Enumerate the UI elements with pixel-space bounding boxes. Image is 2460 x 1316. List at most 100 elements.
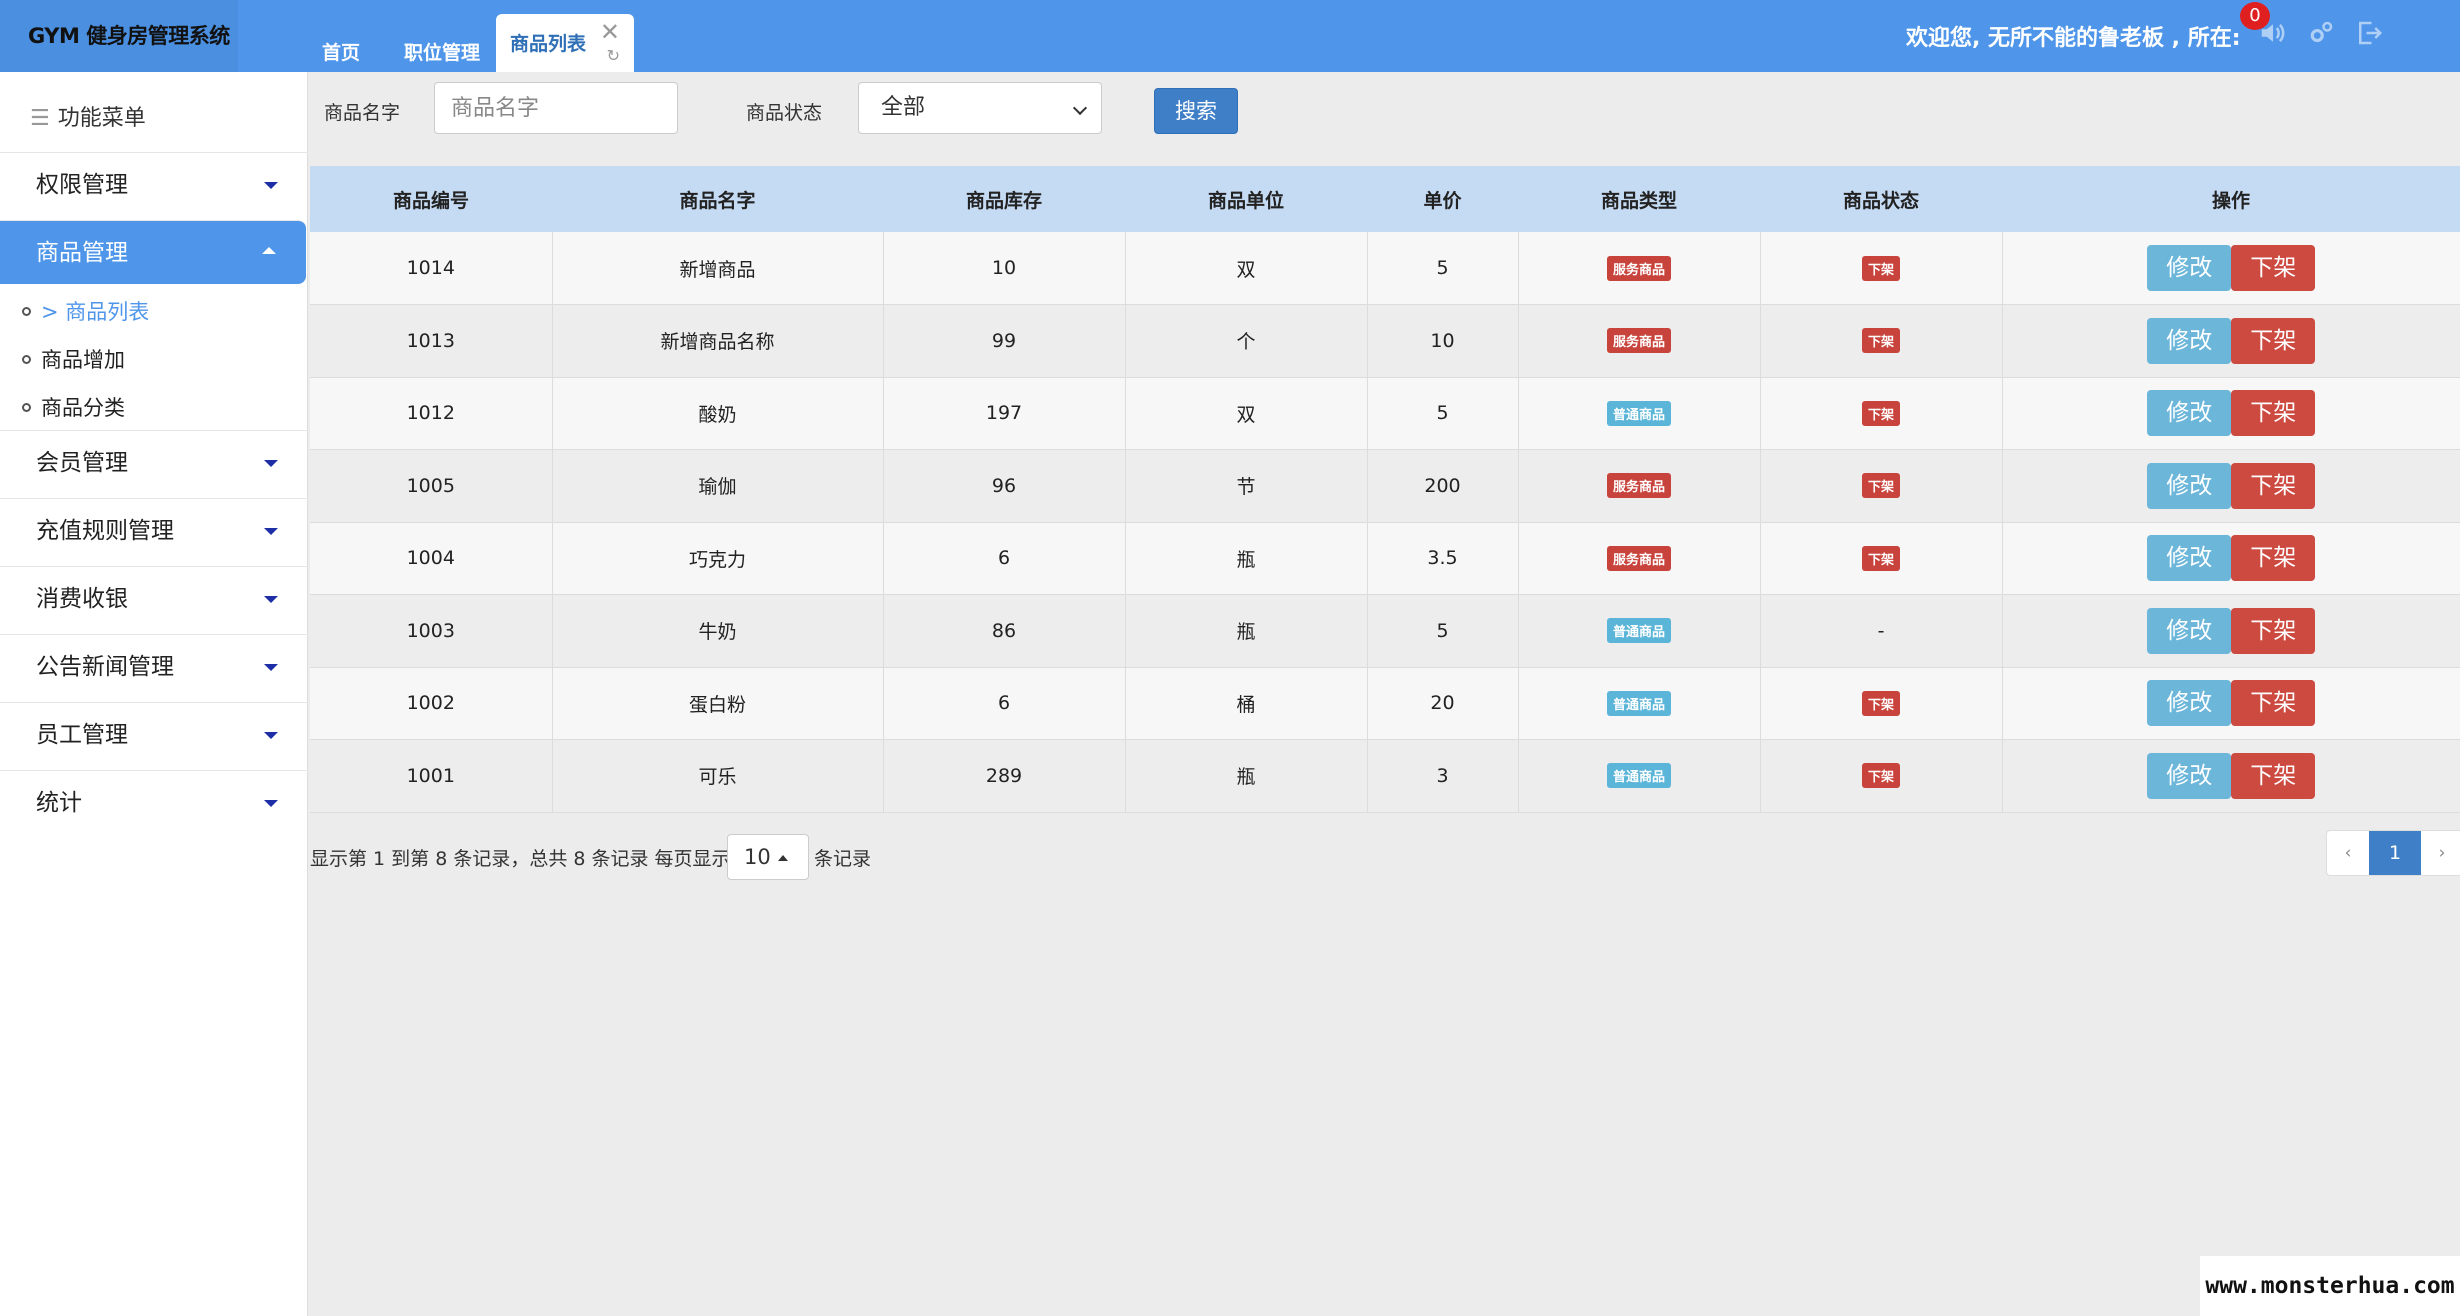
cell-id: 1014 (310, 232, 553, 305)
delist-button[interactable]: 下架 (2231, 462, 2316, 509)
tab-product-list[interactable]: 商品列表 ✕ ↻ (496, 14, 635, 72)
cell-id: 1002 (310, 667, 553, 740)
edit-button[interactable]: 修改 (2147, 390, 2232, 437)
settings-icon[interactable] (2306, 18, 2336, 48)
sidebar-item-label: 权限管理 (36, 172, 128, 198)
column-header[interactable]: 商品库存 (883, 166, 1125, 232)
status-badge: 下架 (1861, 400, 1900, 426)
table-row: 1005 瑜伽 96 节 200 服务商品 下架 修改 下架 (310, 449, 2460, 522)
column-header[interactable]: 商品类型 (1518, 166, 1760, 232)
table-row: 1013 新增商品名称 99 个 10 服务商品 下架 修改 下架 (310, 304, 2460, 377)
page-size-select[interactable]: 10 (727, 834, 809, 880)
table-row: 1014 新增商品 10 双 5 服务商品 下架 修改 下架 (310, 232, 2460, 305)
column-header[interactable]: 商品单位 (1125, 166, 1367, 232)
cell-unit: 瓶 (1125, 522, 1368, 595)
welcome-text: 欢迎您, 无所不能的鲁老板 , 所在: (1906, 26, 2241, 51)
status-badge: 下架 (1861, 763, 1900, 789)
table-row: 1003 牛奶 86 瓶 5 普通商品 - 修改 下架 (310, 594, 2460, 667)
sidebar-item-label: 员工管理 (36, 722, 128, 748)
column-header[interactable]: 商品状态 (1760, 166, 2002, 232)
page-size-value: 10 (744, 845, 771, 869)
refresh-icon[interactable]: ↻ (607, 48, 620, 64)
edit-button[interactable]: 修改 (2147, 752, 2232, 799)
cell-name: 蛋白粉 (552, 667, 884, 740)
edit-button[interactable]: 修改 (2147, 607, 2232, 654)
cell-stock: 6 (883, 522, 1126, 595)
sidebar-item-recharge-rules[interactable]: 充值规则管理 (0, 498, 308, 562)
type-badge: 普通商品 (1606, 763, 1671, 789)
product-status-select[interactable]: 全部 (858, 82, 1102, 134)
notification-badge: 0 (2240, 2, 2270, 30)
table-row: 1002 蛋白粉 6 桶 20 普通商品 下架 修改 下架 (310, 667, 2460, 740)
caret-up-icon (262, 247, 276, 254)
cell-status: 下架 (1760, 739, 2003, 812)
product-status-value: 全部 (881, 95, 926, 120)
product-name-input[interactable] (434, 82, 678, 134)
cell-status: 下架 (1760, 449, 2003, 522)
tab-position-management[interactable]: 职位管理 (404, 26, 480, 72)
cell-name: 巧克力 (552, 522, 884, 595)
sidebar-item-label: 公告新闻管理 (36, 654, 174, 680)
column-header[interactable]: 单价 (1367, 166, 1518, 232)
product-table: 商品编号 商品名字 商品库存 商品单位 单价 商品类型 商品状态 操作 1014… (310, 166, 2460, 813)
cell-unit: 双 (1125, 232, 1368, 305)
menu-title-label: 功能菜单 (57, 106, 146, 131)
page-button-current[interactable]: 1 (2369, 831, 2421, 875)
status-badge: 下架 (1861, 545, 1900, 571)
menu-icon: ☰ (30, 106, 50, 131)
next-page-button[interactable]: › (2421, 831, 2460, 875)
status-badge: 下架 (1861, 328, 1900, 354)
cell-stock: 289 (883, 739, 1126, 812)
edit-button[interactable]: 修改 (2147, 317, 2232, 364)
caret-down-icon (264, 182, 278, 189)
tab-home[interactable]: 首页 (322, 26, 360, 72)
delist-button[interactable]: 下架 (2231, 680, 2316, 727)
sidebar-item-statistics[interactable]: 统计 (0, 770, 308, 834)
edit-button[interactable]: 修改 (2147, 535, 2232, 582)
delist-button[interactable]: 下架 (2231, 752, 2316, 799)
table-row: 1012 酸奶 197 双 5 普通商品 下架 修改 下架 (310, 377, 2460, 450)
column-header[interactable]: 商品编号 (310, 166, 552, 232)
delist-button[interactable]: 下架 (2231, 245, 2316, 291)
column-header[interactable]: 商品名字 (552, 166, 883, 232)
edit-button[interactable]: 修改 (2147, 680, 2232, 727)
cell-type: 普通商品 (1518, 594, 1761, 667)
product-status-label: 商品状态 (746, 102, 823, 124)
sidebar-item-cashier[interactable]: 消费收银 (0, 566, 308, 630)
sidebar-subitem-label: 商品分类 (41, 396, 125, 420)
menu-title: ☰ 功能菜单 (30, 100, 146, 132)
cell-name: 新增商品名称 (552, 304, 884, 377)
chevron-down-icon (1072, 100, 1088, 116)
cell-unit: 瓶 (1125, 594, 1368, 667)
caret-down-icon (264, 732, 278, 739)
delist-button[interactable]: 下架 (2231, 317, 2316, 364)
type-badge: 服务商品 (1606, 473, 1671, 499)
edit-button[interactable]: 修改 (2147, 245, 2232, 291)
sidebar-item-staff[interactable]: 员工管理 (0, 702, 308, 766)
watermark: www.monsterhua.com (2200, 1256, 2460, 1316)
edit-button[interactable]: 修改 (2147, 462, 2232, 509)
cell-actions: 修改 下架 (2002, 740, 2460, 813)
delist-button[interactable]: 下架 (2231, 535, 2316, 582)
delist-button[interactable]: 下架 (2231, 607, 2316, 654)
status-badge: 下架 (1861, 690, 1900, 716)
sidebar-item-products[interactable]: 商品管理 (0, 220, 306, 284)
circle-bullet-icon (22, 402, 31, 412)
sidebar-item-permissions[interactable]: 权限管理 (0, 152, 308, 216)
delist-button[interactable]: 下架 (2231, 390, 2316, 437)
search-button[interactable]: 搜索 (1154, 88, 1238, 134)
column-header: 操作 (2211, 189, 2250, 212)
close-icon[interactable]: ✕ (600, 20, 620, 44)
caret-down-icon (264, 596, 278, 603)
cell-actions: 修改 下架 (2002, 377, 2460, 450)
sidebar-item-news[interactable]: 公告新闻管理 (0, 634, 308, 698)
cell-type: 服务商品 (1518, 449, 1761, 522)
sidebar-subitem-product-category[interactable]: 商品分类 (22, 392, 125, 422)
cell-name: 新增商品 (552, 232, 884, 305)
sidebar-item-members[interactable]: 会员管理 (0, 430, 308, 494)
logout-icon[interactable] (2354, 18, 2384, 48)
prev-page-button[interactable]: ‹ (2327, 831, 2369, 875)
pagination: ‹ 1 › (2326, 830, 2460, 876)
sidebar-subitem-product-add[interactable]: 商品增加 (22, 344, 125, 374)
sidebar-subitem-product-list[interactable]: > 商品列表 (22, 296, 149, 326)
